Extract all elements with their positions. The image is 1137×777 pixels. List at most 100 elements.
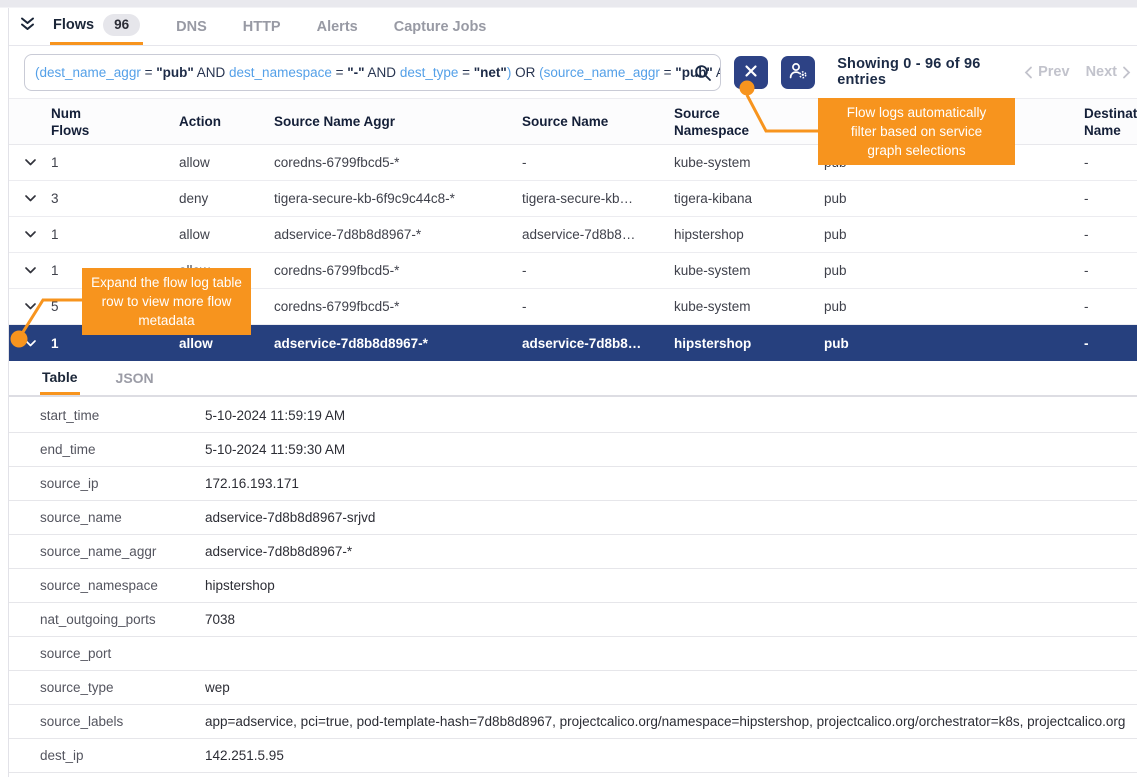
main-tabs: Flows 96 DNS HTTP Alerts Capture Jobs [50, 8, 489, 45]
cell-source-name: - [522, 299, 674, 314]
filter-query-text: (dest_name_aggr = "pub" AND dest_namespa… [35, 65, 721, 80]
tab-count-badge: 96 [103, 14, 140, 36]
cell-source-namespace: hipstershop [674, 227, 824, 242]
cell-dest-name-aggr: pub [824, 191, 1084, 206]
cell-dest-name-aggr: pub [824, 336, 1084, 351]
cell-source-name-aggr: coredns-6799fbcd5-* [274, 263, 522, 278]
tab-alerts[interactable]: Alerts [314, 8, 361, 45]
detail-value: 5-10-2024 11:59:19 AM [205, 408, 1137, 423]
cell-source-name: adservice-7d8b8… [522, 227, 674, 242]
cell-action: deny [179, 191, 274, 206]
cell-dest-name: - [1084, 227, 1137, 242]
cell-dest-name-aggr: pub [824, 299, 1084, 314]
cell-source-name-aggr: adservice-7d8b8d8967-* [274, 336, 522, 351]
expand-row-icon[interactable] [9, 230, 51, 239]
tab-label: Capture Jobs [394, 19, 487, 35]
detail-row-source_name_aggr: source_name_aggradservice-7d8b8d8967-* [9, 535, 1137, 569]
search-icon [693, 63, 713, 88]
cell-num-flows: 1 [51, 227, 179, 242]
callout-expand-row: Expand the flow log tablerow to view mor… [82, 268, 251, 335]
column-header-action: Action [179, 113, 274, 130]
callout-text-line: metadata [88, 311, 245, 330]
cell-dest-name: - [1084, 263, 1137, 278]
detail-key: start_time [9, 408, 205, 423]
cell-source-name-aggr: coredns-6799fbcd5-* [274, 155, 522, 170]
column-header-source-name: Source Name [522, 113, 674, 130]
callout-text-line: Flow logs automatically [824, 103, 1009, 122]
cell-num-flows: 3 [51, 191, 179, 206]
pagination: Prev Next [1024, 64, 1131, 80]
cell-source-namespace: hipstershop [674, 336, 824, 351]
tab-flows[interactable]: Flows 96 [50, 8, 143, 45]
detail-tab-json[interactable]: JSON [114, 361, 156, 395]
expand-row-icon[interactable] [9, 302, 51, 311]
cell-source-name: - [522, 155, 674, 170]
tab-dns[interactable]: DNS [173, 8, 210, 45]
detail-value: hipstershop [205, 578, 1137, 593]
close-icon [744, 64, 758, 81]
detail-row-source_port: source_port [9, 637, 1137, 671]
callout-text-line: graph selections [824, 141, 1009, 160]
flow-detail-table: start_time5-10-2024 11:59:19 AM end_time5… [9, 399, 1137, 773]
filter-query-input[interactable]: (dest_name_aggr = "pub" AND dest_namespa… [24, 54, 721, 91]
cell-source-name: - [522, 263, 674, 278]
detail-key: source_name [9, 510, 205, 525]
cell-dest-name: - [1084, 336, 1137, 351]
expand-row-icon[interactable] [9, 158, 51, 167]
detail-key: end_time [9, 442, 205, 457]
detail-value: app=adservice, pci=true, pod-template-ha… [205, 714, 1137, 729]
top-strip [0, 0, 1137, 8]
cell-action: allow [179, 155, 274, 170]
entries-count: Showing 0 - 96 of 96 entries [837, 56, 1024, 88]
tab-http[interactable]: HTTP [240, 8, 284, 45]
flow-table-row[interactable]: 1allowadservice-7d8b8d8967-*adservice-7d… [9, 217, 1137, 253]
flow-table-row[interactable]: 3denytigera-secure-kb-6f9c9c44c8-*tigera… [9, 181, 1137, 217]
column-header-destination-name: Destination Name [1084, 105, 1137, 139]
user-settings-button[interactable] [781, 56, 815, 89]
filter-toolbar: (dest_name_aggr = "pub" AND dest_namespa… [9, 46, 1137, 98]
clear-filter-button[interactable] [734, 56, 768, 89]
detail-row-source_name: source_nameadservice-7d8b8d8967-srjvd [9, 501, 1137, 535]
detail-row-end_time: end_time5-10-2024 11:59:30 AM [9, 433, 1137, 467]
cell-action: allow [179, 227, 274, 242]
tab-label: Alerts [317, 19, 358, 35]
detail-value: 172.16.193.171 [205, 476, 1137, 491]
detail-key: source_labels [9, 714, 205, 729]
expand-row-icon[interactable] [9, 194, 51, 203]
column-header-source-name-aggr: Source Name Aggr [274, 113, 522, 130]
tab-capture-jobs[interactable]: Capture Jobs [391, 8, 490, 45]
tab-label: Flows [53, 17, 94, 33]
callout-text-line: row to view more flow [88, 292, 245, 311]
expand-row-icon[interactable] [9, 339, 51, 348]
cell-source-namespace: kube-system [674, 155, 824, 170]
detail-key: nat_outgoing_ports [9, 612, 205, 627]
detail-key: dest_ip [9, 748, 205, 763]
cell-dest-name-aggr: pub [824, 227, 1084, 242]
chevron-left-icon [1024, 66, 1033, 79]
detail-value: adservice-7d8b8d8967-* [205, 544, 1137, 559]
callout-text-line: filter based on service [824, 122, 1009, 141]
detail-row-nat_outgoing_ports: nat_outgoing_ports7038 [9, 603, 1137, 637]
cell-source-name: adservice-7d8b8… [522, 336, 674, 351]
detail-row-source_type: source_typewep [9, 671, 1137, 705]
cell-source-namespace: kube-system [674, 263, 824, 278]
detail-key: source_type [9, 680, 205, 695]
detail-tab-bar: Table JSON [9, 361, 1137, 397]
detail-key: source_namespace [9, 578, 205, 593]
collapse-panel-button[interactable] [9, 8, 50, 45]
detail-tab-table[interactable]: Table [40, 361, 80, 395]
cell-source-name-aggr: coredns-6799fbcd5-* [274, 299, 522, 314]
next-button[interactable]: Next [1086, 64, 1131, 80]
cell-num-flows: 1 [51, 155, 179, 170]
flow-logs-screen: Flows 96 DNS HTTP Alerts Capture Jobs (dest_n… [0, 0, 1137, 777]
column-header-source-namespace: Source Namespace [674, 105, 766, 139]
cell-dest-name-aggr: pub [824, 263, 1084, 278]
callout-flow-logs-filter: Flow logs automaticallyfilter based on s… [818, 98, 1015, 165]
double-chevron-down-icon [19, 16, 36, 37]
cell-dest-name: - [1084, 155, 1137, 170]
expand-row-icon[interactable] [9, 266, 51, 275]
cell-action: allow [179, 336, 274, 351]
callout-text-line: Expand the flow log table [88, 273, 245, 292]
detail-value: 5-10-2024 11:59:30 AM [205, 442, 1137, 457]
prev-button[interactable]: Prev [1024, 64, 1069, 80]
